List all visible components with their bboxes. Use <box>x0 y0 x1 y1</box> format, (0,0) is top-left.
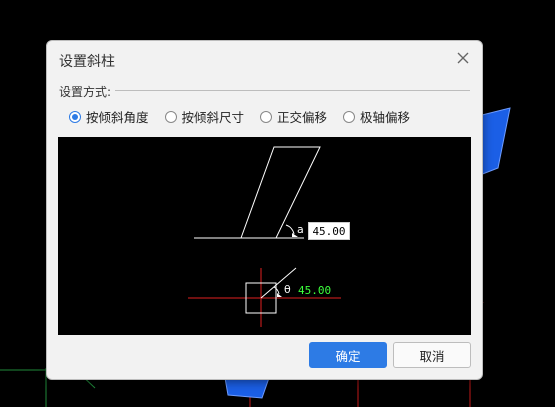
angle-theta-arrow <box>277 293 282 297</box>
cad-blue-column-top <box>479 107 511 176</box>
radio-label: 正交偏移 <box>277 110 328 125</box>
set-inclined-column-dialog: 设置斜柱 设置方式: 按倾斜角度 按倾斜尺寸 正交偏移 极轴偏移 a 45.00… <box>46 40 483 380</box>
radio-label: 极轴偏移 <box>360 110 411 125</box>
preview-drawing <box>188 146 341 327</box>
angle-theta-value[interactable]: 45.00 <box>298 284 331 297</box>
radio-orthogonal-offset[interactable]: 正交偏移 <box>260 107 327 126</box>
close-icon[interactable] <box>454 49 472 67</box>
radio-unchecked-icon <box>343 110 356 123</box>
ok-button[interactable]: 确定 <box>309 342 387 368</box>
angle-theta-label: θ <box>284 283 291 296</box>
angle-a-label: a <box>297 223 304 236</box>
radio-unchecked-icon <box>260 110 273 123</box>
section-divider <box>115 90 470 91</box>
preview-canvas: a 45.00 θ 45.00 <box>58 137 471 335</box>
radio-checked-icon <box>69 110 81 123</box>
setting-method-label: 设置方式: <box>59 85 112 99</box>
radio-label: 按倾斜尺寸 <box>181 110 245 125</box>
angle-a-arc <box>285 224 295 235</box>
radio-unchecked-icon <box>164 110 177 123</box>
method-radio-group: 按倾斜角度 按倾斜尺寸 正交偏移 极轴偏移 <box>69 107 410 126</box>
radio-polar-offset[interactable]: 极轴偏移 <box>343 107 410 126</box>
radio-by-size[interactable]: 按倾斜尺寸 <box>164 107 245 126</box>
radio-by-angle[interactable]: 按倾斜角度 <box>69 107 149 126</box>
radio-label: 按倾斜角度 <box>86 110 149 125</box>
cancel-button[interactable]: 取消 <box>393 342 471 368</box>
angle-a-input[interactable]: 45.00 <box>308 222 350 240</box>
dialog-title: 设置斜柱 <box>59 54 115 70</box>
